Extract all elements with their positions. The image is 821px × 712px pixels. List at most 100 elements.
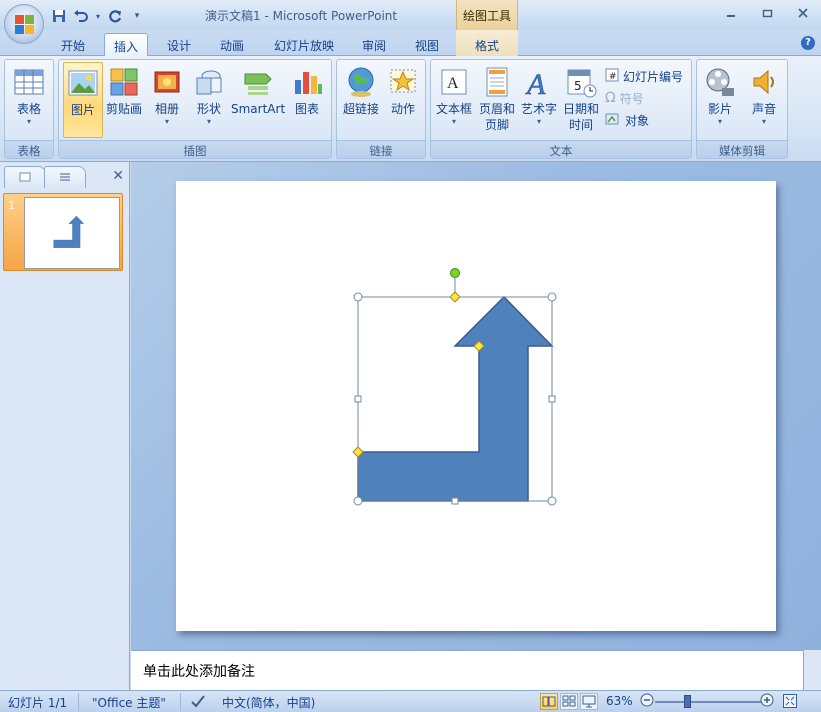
table-button[interactable]: 表格 ▾ bbox=[7, 62, 51, 142]
symbol-button[interactable]: Ω 符号 bbox=[605, 88, 644, 108]
group-links: 超链接 动作 链接 bbox=[336, 59, 426, 159]
tab-animations[interactable]: 动画 bbox=[212, 33, 252, 56]
header-footer-label-line1: 页眉和 bbox=[478, 102, 515, 116]
tab-slideshow[interactable]: 幻灯片放映 bbox=[268, 33, 340, 56]
group-illustrations: 图片 剪贴画 相册 ▾ 形状 ▾ SmartArt 图表 插图 bbox=[58, 59, 332, 159]
tab-review[interactable]: 审阅 bbox=[355, 33, 393, 56]
clipart-icon bbox=[108, 66, 140, 98]
spell-check-icon[interactable] bbox=[190, 693, 206, 712]
textbox-button[interactable]: A 文本框 ▾ bbox=[433, 62, 475, 142]
table-icon bbox=[13, 66, 45, 98]
thumbnail-arrow-shape bbox=[53, 215, 85, 248]
chevron-down-icon: ▾ bbox=[26, 117, 31, 126]
tab-home[interactable]: 开始 bbox=[54, 33, 92, 56]
shapes-button-label: 形状 bbox=[196, 102, 221, 116]
tab-insert[interactable]: 插入 bbox=[104, 33, 148, 56]
slides-tab-icon bbox=[19, 171, 31, 185]
clipart-button-label: 剪贴画 bbox=[105, 102, 142, 116]
theme-name: "Office 主题" bbox=[92, 696, 166, 710]
status-divider bbox=[180, 693, 181, 711]
language-indicator[interactable]: 中文(简体，中国) bbox=[222, 694, 315, 711]
zoom-level[interactable]: 63% bbox=[606, 694, 633, 708]
action-button[interactable]: 动作 bbox=[383, 62, 423, 142]
resize-handle-bottom[interactable] bbox=[451, 497, 459, 505]
office-button[interactable] bbox=[4, 4, 44, 44]
zoom-out-icon[interactable] bbox=[640, 693, 654, 710]
help-icon[interactable]: ? bbox=[801, 36, 815, 50]
shapes-button[interactable]: 形状 ▾ bbox=[189, 62, 229, 142]
omega-icon: Ω bbox=[605, 90, 616, 106]
picture-button[interactable]: 图片 bbox=[63, 62, 103, 138]
photo-album-button[interactable]: 相册 ▾ bbox=[147, 62, 187, 142]
sound-button[interactable]: 声音 ▾ bbox=[743, 62, 785, 142]
movie-button[interactable]: 影片 ▾ bbox=[699, 62, 741, 142]
action-button-label: 动作 bbox=[390, 102, 415, 116]
slide-canvas[interactable] bbox=[176, 181, 776, 631]
header-footer-button[interactable]: 页眉和 页脚 bbox=[475, 62, 519, 142]
undo-dropdown-icon[interactable]: ▾ bbox=[94, 7, 102, 25]
resize-handle-right[interactable] bbox=[548, 395, 556, 403]
shapes-icon bbox=[193, 66, 225, 98]
slide-sorter-view-button[interactable] bbox=[560, 693, 578, 710]
resize-handle-top-left[interactable] bbox=[353, 292, 363, 302]
textbox-button-label: 文本框 bbox=[435, 102, 472, 116]
redo-icon[interactable] bbox=[106, 7, 124, 25]
close-panel-icon[interactable]: ✕ bbox=[112, 168, 124, 184]
film-reel-icon bbox=[704, 66, 736, 98]
minimize-button[interactable] bbox=[713, 0, 749, 26]
drawing-tools-context-label: 绘图工具 bbox=[456, 0, 518, 30]
slideshow-view-button[interactable] bbox=[580, 693, 598, 710]
svg-text:A: A bbox=[525, 68, 546, 98]
tab-view[interactable]: 视图 bbox=[408, 33, 446, 56]
undo-icon[interactable] bbox=[72, 7, 90, 25]
wordart-button[interactable]: A 艺术字 ▾ bbox=[519, 62, 559, 142]
window-controls bbox=[713, 0, 821, 26]
fit-to-window-icon[interactable] bbox=[782, 693, 798, 712]
chevron-down-icon: ▾ bbox=[761, 117, 766, 126]
rotation-handle[interactable] bbox=[450, 268, 460, 278]
photo-album-button-label: 相册 bbox=[154, 102, 179, 116]
adjust-handle-top[interactable] bbox=[449, 291, 461, 303]
resize-handle-bottom-left[interactable] bbox=[353, 496, 363, 506]
group-label-illustrations: 插图 bbox=[59, 140, 331, 158]
sound-button-label: 声音 bbox=[751, 102, 776, 116]
object-button[interactable]: 对象 bbox=[605, 110, 649, 130]
resize-handle-left[interactable] bbox=[354, 395, 362, 403]
tab-slides[interactable] bbox=[4, 166, 46, 188]
zoom-in-icon[interactable] bbox=[760, 693, 774, 710]
smartart-icon bbox=[242, 66, 274, 98]
tab-format[interactable]: 格式 bbox=[456, 30, 518, 56]
date-time-button[interactable]: 5 日期和 时间 bbox=[561, 62, 601, 142]
resize-handle-bottom-right[interactable] bbox=[547, 496, 557, 506]
slide-number-button[interactable]: # 幻灯片编号 bbox=[605, 66, 683, 86]
resize-handle-top-right[interactable] bbox=[547, 292, 557, 302]
header-footer-label-line2: 页脚 bbox=[484, 118, 509, 132]
notes-scrollbar[interactable] bbox=[803, 650, 821, 690]
ribbon-tabs: 开始 插入 设计 动画 幻灯片放映 审阅 视图 格式 bbox=[0, 30, 821, 56]
panel-tabs: ✕ bbox=[0, 164, 130, 188]
slide-thumbnail[interactable]: 1 bbox=[3, 193, 123, 271]
restore-button[interactable] bbox=[749, 0, 785, 26]
zoom-slider-track[interactable] bbox=[655, 701, 761, 703]
save-icon[interactable] bbox=[50, 7, 68, 25]
symbol-label: 符号 bbox=[619, 91, 644, 106]
chart-button[interactable]: 图表 bbox=[287, 62, 327, 142]
close-window-button[interactable] bbox=[785, 0, 821, 26]
tab-outline[interactable] bbox=[44, 166, 86, 188]
zoom-slider-thumb[interactable] bbox=[684, 695, 691, 708]
wordart-icon: A bbox=[523, 66, 555, 102]
action-icon bbox=[387, 66, 419, 98]
date-time-label-line1: 日期和 bbox=[562, 102, 599, 116]
clipart-button[interactable]: 剪贴画 bbox=[105, 62, 143, 142]
normal-view-button[interactable] bbox=[540, 693, 558, 710]
notes-placeholder[interactable]: 单击此处添加备注 bbox=[143, 661, 255, 681]
group-label-tables: 表格 bbox=[5, 140, 53, 158]
smartart-button[interactable]: SmartArt bbox=[231, 62, 285, 142]
customize-qat-icon[interactable]: ▾ bbox=[128, 7, 146, 25]
notes-pane[interactable]: 单击此处添加备注 bbox=[131, 650, 803, 690]
hyperlink-button[interactable]: 超链接 bbox=[339, 62, 383, 142]
tab-design[interactable]: 设计 bbox=[160, 33, 198, 56]
bent-up-arrow-shape[interactable] bbox=[357, 295, 554, 502]
slide-sorter-icon bbox=[562, 695, 576, 707]
office-logo-icon bbox=[15, 15, 35, 35]
